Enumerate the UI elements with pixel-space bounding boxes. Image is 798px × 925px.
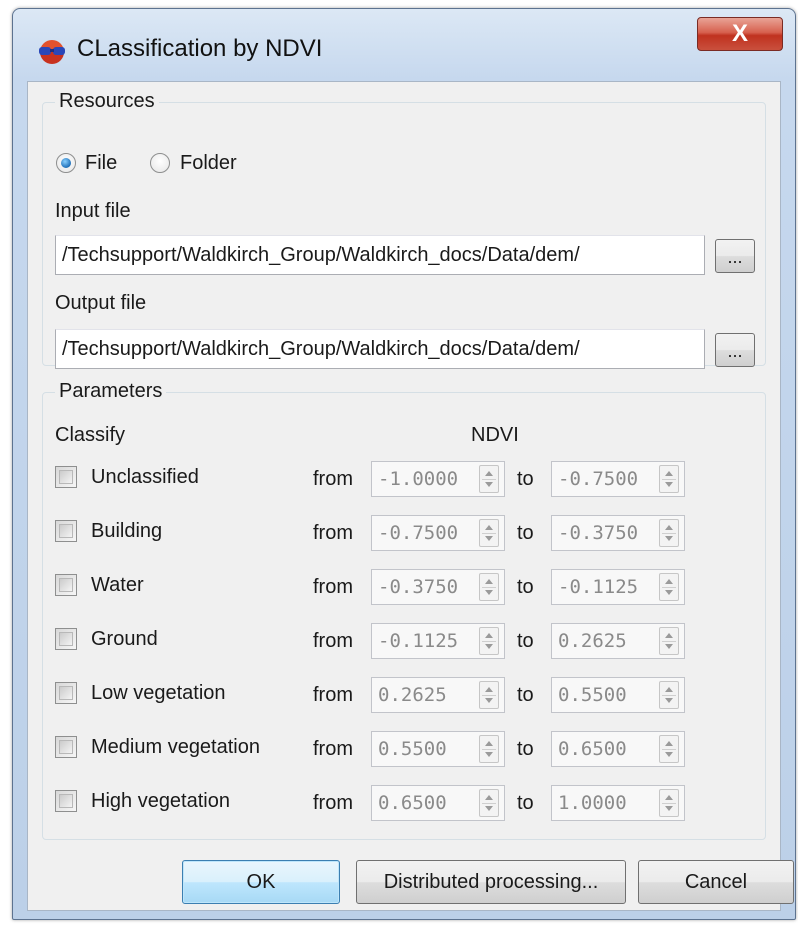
from-label: from — [313, 576, 353, 598]
ndvi-from-spinbox[interactable]: -0.1125 — [371, 623, 505, 659]
ndvi-from-spinbox[interactable]: 0.2625 — [371, 677, 505, 713]
ndvi-to-value[interactable]: 0.6500 — [558, 732, 627, 766]
spin-arrows-icon[interactable] — [659, 519, 679, 547]
spin-arrows-icon[interactable] — [479, 627, 499, 655]
ndvi-to-value[interactable]: -0.7500 — [558, 462, 638, 496]
classify-checkbox[interactable] — [55, 574, 77, 596]
from-label: from — [313, 792, 353, 814]
class-label[interactable]: Building — [91, 519, 162, 543]
ndvi-from-spinbox[interactable]: 0.6500 — [371, 785, 505, 821]
output-browse-button[interactable]: ... — [715, 333, 755, 367]
output-file-label: Output file — [55, 292, 147, 314]
spin-arrows-icon[interactable] — [659, 681, 679, 709]
class-label[interactable]: Water — [91, 573, 144, 597]
classify-checkbox[interactable] — [55, 628, 77, 650]
class-label[interactable]: Medium vegetation — [91, 735, 260, 759]
classify-checkbox[interactable] — [55, 466, 77, 488]
parameters-group-title: Parameters — [55, 379, 167, 403]
class-label[interactable]: Ground — [91, 627, 158, 651]
classify-checkbox[interactable] — [55, 682, 77, 704]
to-label: to — [517, 630, 534, 652]
ndvi-to-value[interactable]: 0.5500 — [558, 678, 627, 712]
to-label: to — [517, 576, 534, 598]
dialog-window: CLassification by NDVI X Resources File … — [12, 8, 796, 920]
distributed-processing-button[interactable]: Distributed processing... — [356, 860, 626, 904]
ok-button[interactable]: OK — [182, 860, 340, 904]
ndvi-to-spinbox[interactable]: -0.7500 — [551, 461, 685, 497]
radio-selected-dot — [61, 158, 71, 168]
ndvi-from-spinbox[interactable]: -0.3750 — [371, 569, 505, 605]
ndvi-to-value[interactable]: -0.1125 — [558, 570, 638, 604]
resources-group-title: Resources — [55, 89, 159, 113]
to-label: to — [517, 738, 534, 760]
ndvi-to-spinbox[interactable]: -0.3750 — [551, 515, 685, 551]
ndvi-from-spinbox[interactable]: -1.0000 — [371, 461, 505, 497]
ndvi-to-spinbox[interactable]: 1.0000 — [551, 785, 685, 821]
spin-arrows-icon[interactable] — [479, 681, 499, 709]
input-file-label: Input file — [55, 200, 131, 222]
ndvi-from-spinbox[interactable]: 0.5500 — [371, 731, 505, 767]
ndvi-from-value[interactable]: -0.7500 — [378, 516, 458, 550]
input-file-field[interactable]: /Techsupport/Waldkirch_Group/Waldkirch_d… — [55, 235, 705, 275]
close-button[interactable]: X — [697, 17, 783, 51]
dialog-client-area: Resources File Folder Input file /Techsu… — [27, 81, 794, 911]
resources-group: Resources File Folder Input file /Techsu… — [42, 89, 766, 369]
to-label: to — [517, 468, 534, 490]
spin-arrows-icon[interactable] — [659, 573, 679, 601]
ndvi-from-value[interactable]: 0.5500 — [378, 732, 447, 766]
ndvi-to-spinbox[interactable]: 0.2625 — [551, 623, 685, 659]
from-label: from — [313, 684, 353, 706]
spin-arrows-icon[interactable] — [659, 789, 679, 817]
ndvi-from-spinbox[interactable]: -0.7500 — [371, 515, 505, 551]
output-file-field[interactable]: /Techsupport/Waldkirch_Group/Waldkirch_d… — [55, 329, 705, 369]
folder-radio[interactable] — [150, 153, 170, 173]
app-icon — [39, 40, 65, 64]
ndvi-to-spinbox[interactable]: 0.6500 — [551, 731, 685, 767]
ndvi-from-value[interactable]: 0.2625 — [378, 678, 447, 712]
cancel-button[interactable]: Cancel — [638, 860, 794, 904]
spin-arrows-icon[interactable] — [479, 573, 499, 601]
ndvi-from-value[interactable]: -0.1125 — [378, 624, 458, 658]
class-label[interactable]: High vegetation — [91, 789, 230, 813]
from-label: from — [313, 522, 353, 544]
ndvi-header: NDVI — [471, 424, 519, 446]
ndvi-from-value[interactable]: -0.3750 — [378, 570, 458, 604]
to-label: to — [517, 684, 534, 706]
file-radio[interactable] — [56, 153, 76, 173]
class-label[interactable]: Unclassified — [91, 465, 199, 489]
from-label: from — [313, 738, 353, 760]
ndvi-from-value[interactable]: 0.6500 — [378, 786, 447, 820]
ndvi-to-spinbox[interactable]: -0.1125 — [551, 569, 685, 605]
parameters-group: Parameters Classify NDVI Unclassified fro… — [42, 379, 766, 840]
ndvi-to-value[interactable]: -0.3750 — [558, 516, 638, 550]
to-label: to — [517, 522, 534, 544]
folder-radio-label[interactable]: Folder — [180, 151, 237, 175]
to-label: to — [517, 792, 534, 814]
ndvi-from-value[interactable]: -1.0000 — [378, 462, 458, 496]
title-bar[interactable]: CLassification by NDVI X — [13, 9, 795, 81]
input-browse-button[interactable]: ... — [715, 239, 755, 273]
classify-header: Classify — [55, 424, 126, 446]
spin-arrows-icon[interactable] — [659, 735, 679, 763]
window-title: CLassification by NDVI — [77, 35, 323, 62]
spin-arrows-icon[interactable] — [479, 519, 499, 547]
file-radio-label[interactable]: File — [85, 151, 117, 175]
ndvi-to-value[interactable]: 1.0000 — [558, 786, 627, 820]
from-label: from — [313, 630, 353, 652]
spin-arrows-icon[interactable] — [659, 465, 679, 493]
classify-checkbox[interactable] — [55, 520, 77, 542]
ndvi-to-value[interactable]: 0.2625 — [558, 624, 627, 658]
spin-arrows-icon[interactable] — [479, 735, 499, 763]
class-label[interactable]: Low vegetation — [91, 681, 226, 705]
ndvi-to-spinbox[interactable]: 0.5500 — [551, 677, 685, 713]
from-label: from — [313, 468, 353, 490]
spin-arrows-icon[interactable] — [659, 627, 679, 655]
spin-arrows-icon[interactable] — [479, 789, 499, 817]
classify-checkbox[interactable] — [55, 736, 77, 758]
classify-checkbox[interactable] — [55, 790, 77, 812]
spin-arrows-icon[interactable] — [479, 465, 499, 493]
